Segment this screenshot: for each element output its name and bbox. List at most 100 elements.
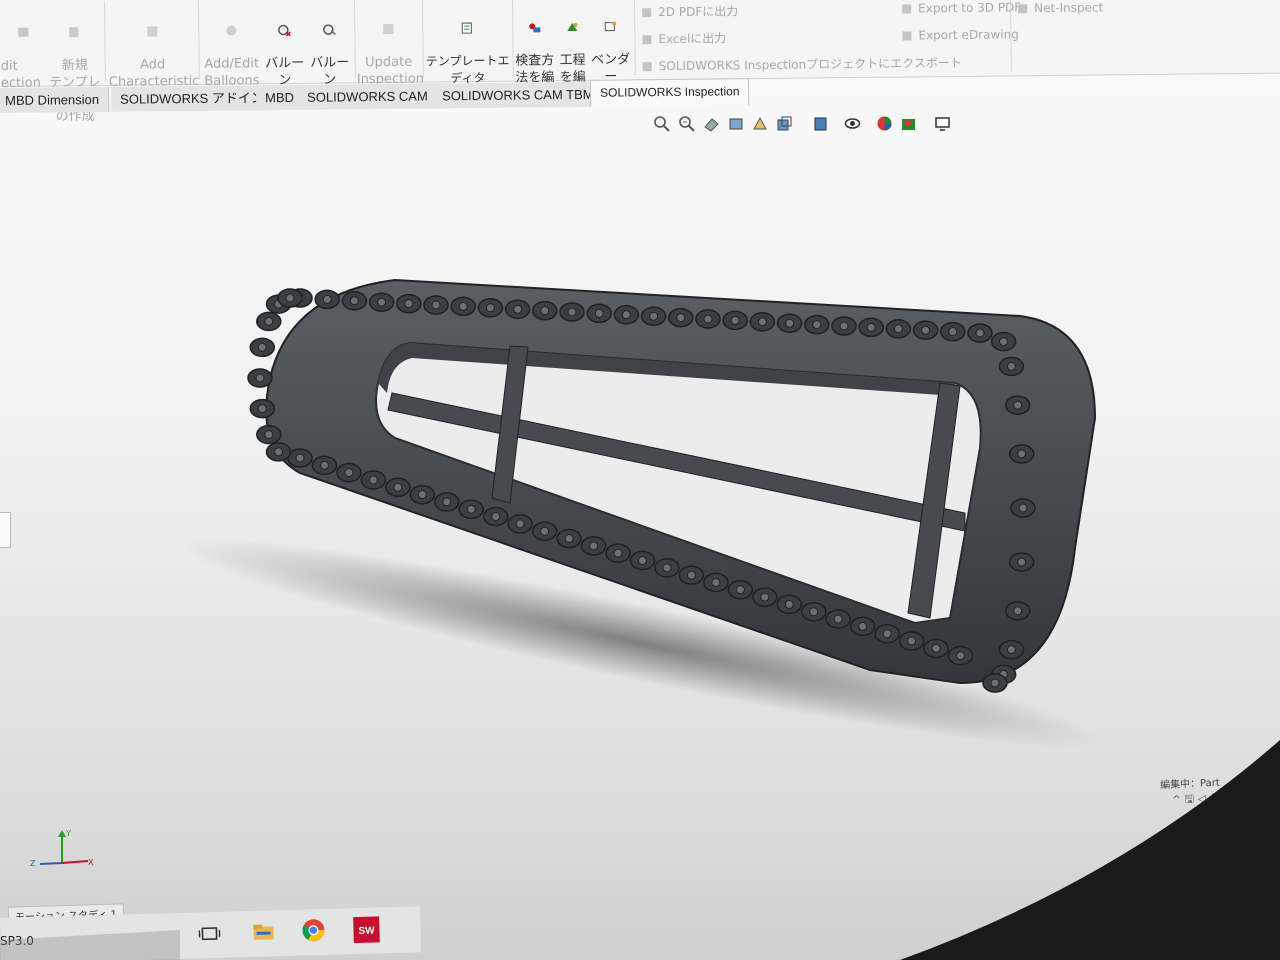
chain-link (249, 337, 276, 358)
chain-link (629, 550, 656, 571)
tray-date: 202 (1220, 790, 1242, 805)
export-excel-label: Excelに出力 (658, 31, 727, 47)
chain-link (256, 424, 282, 445)
pdf-icon (642, 8, 652, 18)
chain-link (341, 291, 368, 311)
chain-link (1008, 444, 1035, 464)
export-sw-inspection-project-label: SOLIDWORKS Inspectionプロジェクトにエクスポート (658, 55, 962, 74)
chain-link (409, 484, 436, 505)
chain-link (265, 442, 292, 462)
export-3d-pdf-label: Export to 3D PDF (918, 0, 1022, 16)
chain-link (559, 302, 585, 322)
chain-link (831, 316, 857, 336)
chain-link (801, 602, 827, 622)
axis-triad: X Y Z (30, 829, 94, 868)
add-characteristic-label: Add Characteristic (108, 57, 200, 90)
chain-link (423, 295, 449, 315)
chain-link (613, 305, 640, 325)
chain-link (776, 313, 803, 333)
chain-link (695, 309, 721, 329)
axis-y-label: Y (65, 829, 71, 838)
chain-conveyor-model[interactable] (0, 118, 1280, 908)
command-manager-ribbon: dit ection oject 新規 テンプレート の作成 Add Chara… (0, 0, 1280, 124)
tab-solidworks-inspection[interactable]: SOLIDWORKS Inspection (589, 78, 750, 107)
edrawing-icon (902, 31, 912, 41)
tab-solidworks-cam[interactable]: SOLIDWORKS CAM (297, 83, 438, 110)
chain-link (923, 638, 949, 659)
chain-link (1004, 601, 1031, 621)
export-2d-pdf-label: 2D PDFに出力 (658, 4, 739, 20)
graphics-viewport[interactable] (0, 118, 1280, 908)
tab-mbd-dimension[interactable]: MBD Dimension (0, 86, 110, 114)
export-3d-pdf-button[interactable]: Export to 3D PDF (902, 0, 1021, 15)
chain-link (967, 323, 993, 343)
excel-icon (642, 35, 652, 45)
chain-link (912, 320, 939, 340)
export-sw-inspection-project-button[interactable]: SOLIDWORKS Inspectionプロジェクトにエクスポート (642, 54, 962, 74)
chain-link (654, 558, 680, 578)
chain-link (556, 528, 582, 549)
file-explorer-icon[interactable] (250, 918, 277, 945)
chain-link (1004, 395, 1031, 415)
chain-link (586, 303, 612, 324)
chain-link (1010, 498, 1036, 518)
solidworks-icon[interactable]: SW (352, 915, 381, 944)
chain-link (990, 331, 1017, 352)
chain-link (287, 448, 313, 468)
chain-link (998, 639, 1025, 660)
chain-link (531, 521, 558, 541)
solidworks-badge: SW (358, 926, 375, 937)
chain-link (482, 506, 509, 527)
net-inspect-button[interactable]: Net-Inspect (1018, 0, 1103, 15)
add-characteristic-button[interactable]: Add Characteristic (108, 4, 200, 91)
chain-link (458, 499, 484, 519)
export-2d-pdf-button[interactable]: 2D PDFに出力 (642, 2, 738, 20)
chain-link (982, 673, 1008, 693)
chain-link (311, 455, 338, 476)
chain-link (605, 543, 631, 563)
tab-solidworks-cam-tbm[interactable]: SOLIDWORKS CAM TBM (432, 81, 604, 109)
system-tray: ^ 🖫 ◁ A 202 (1172, 788, 1242, 810)
pdf-3d-icon (902, 4, 912, 14)
editing-status: 編集中：Part (1159, 777, 1221, 792)
export-edrawing-label: Export eDrawing (918, 27, 1019, 43)
chain-link (507, 514, 533, 534)
chain-link (249, 398, 276, 419)
chain-link (804, 314, 830, 335)
update-project-icon (381, 23, 395, 35)
monitor-screen: dit ection oject 新規 テンプレート の作成 Add Chara… (0, 0, 1280, 960)
chain-link (314, 289, 340, 310)
process-icon (565, 21, 579, 33)
select-balloon-icon (322, 23, 336, 36)
tab-mbd[interactable]: MBD (255, 84, 305, 111)
chain-link (396, 293, 422, 314)
export-project-icon (642, 62, 652, 72)
add-characteristic-icon (145, 25, 159, 37)
inspection-method-icon (527, 21, 541, 33)
chain-link (504, 299, 531, 319)
chain-link (385, 477, 411, 498)
tray-icons[interactable]: ^ 🖫 ◁ A (1172, 792, 1218, 807)
chain-link (360, 470, 387, 490)
chain-link (368, 292, 395, 312)
chain-link (858, 317, 884, 338)
chain-link (874, 623, 900, 644)
task-view-icon[interactable] (196, 920, 223, 947)
chain-link (722, 310, 748, 331)
chain-link (450, 296, 476, 317)
chain-link (727, 580, 754, 600)
chain-link (668, 307, 694, 328)
chain-link (749, 312, 776, 332)
chain-link (247, 368, 273, 388)
chain-link (434, 492, 460, 512)
tab-solidworks-addins[interactable]: SOLIDWORKS アドイン (110, 85, 274, 112)
balloon-icon (224, 25, 238, 37)
chrome-icon[interactable] (300, 917, 327, 944)
add-edit-balloons-button[interactable]: Add/Edit Balloons (201, 3, 262, 90)
chain-link (849, 616, 876, 637)
export-edrawing-button[interactable]: Export eDrawing (902, 27, 1019, 42)
export-excel-button[interactable]: Excelに出力 (642, 29, 726, 47)
axis-x-label: X (88, 858, 94, 867)
new-template-icon (67, 26, 81, 38)
chain-link (256, 311, 282, 332)
